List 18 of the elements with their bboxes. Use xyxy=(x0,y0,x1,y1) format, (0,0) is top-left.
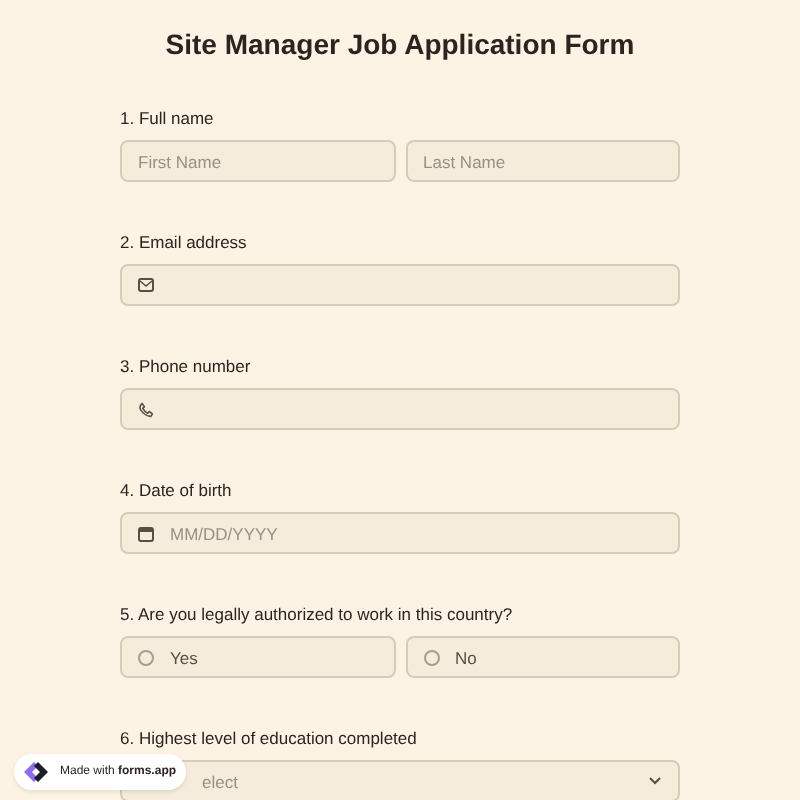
text-field[interactable]: First Name xyxy=(120,140,395,182)
chevron-down-icon xyxy=(648,776,662,786)
question-label: 2. Email address xyxy=(120,230,249,254)
radio-option[interactable]: Yes xyxy=(120,636,395,678)
text-field[interactable]: Last Name xyxy=(405,140,680,182)
question-label: 3. Phone number xyxy=(120,354,253,378)
question-label: 1. Full name xyxy=(120,106,216,130)
question-label: 6. Highest level of education completed xyxy=(120,726,419,750)
phone-field[interactable] xyxy=(120,388,680,430)
calendar-icon xyxy=(138,525,154,541)
form-title: Site Manager Job Application Form xyxy=(163,28,637,60)
envelope-icon xyxy=(138,278,154,292)
question-label: 4. Date of birth xyxy=(120,478,234,502)
question-label: 5. Are you legally authorized to work in this country? xyxy=(120,602,515,626)
logo-icon xyxy=(22,760,50,784)
email-field[interactable] xyxy=(120,264,680,306)
phone-icon xyxy=(138,401,154,417)
radio-option[interactable]: No xyxy=(405,636,680,678)
